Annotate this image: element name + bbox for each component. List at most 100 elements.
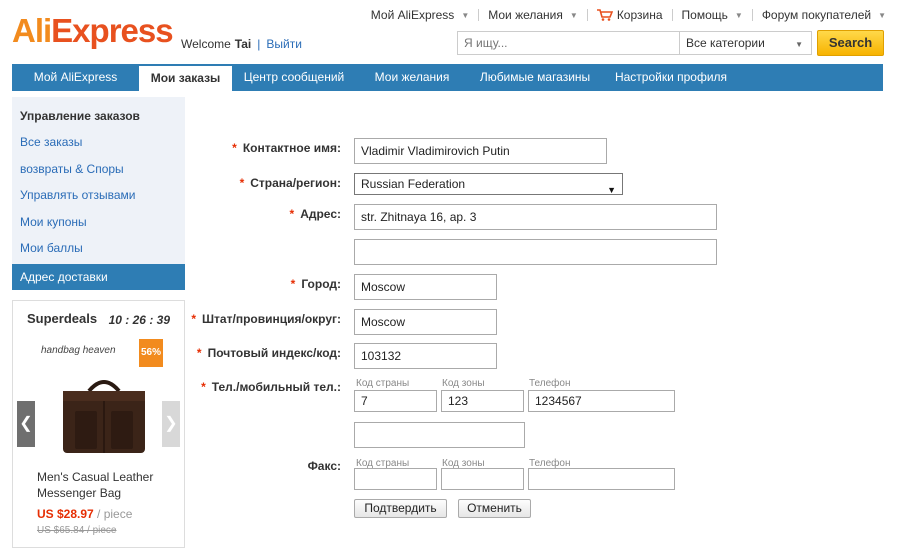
search-button[interactable]: Search <box>817 30 884 56</box>
topnav-forum-label: Форум покупателей <box>761 8 872 22</box>
sidebar-item-returns-disputes[interactable]: возвраты & Споры <box>12 156 185 183</box>
mobile-input[interactable] <box>354 422 525 448</box>
product-old-price: US $65.84 / piece <box>37 525 117 536</box>
aliexpress-logo[interactable]: AliExpress <box>12 12 174 50</box>
discount-badge: 56% <box>139 339 163 367</box>
product-price: US $28.97 / piece <box>37 507 132 521</box>
city-label-text: Город: <box>301 277 341 291</box>
state-label-text: Штат/провинция/округ: <box>202 312 341 326</box>
chevron-down-icon: ▼ <box>569 10 578 20</box>
topnav-cart-label: Корзина <box>616 8 663 22</box>
chevron-down-icon: ▼ <box>461 10 470 20</box>
tab-profile-settings[interactable]: Настройки профиля <box>602 64 740 91</box>
phone-number-label: Телефон <box>529 378 571 389</box>
tab-my-aliexpress[interactable]: Мой AliExpress <box>12 64 139 91</box>
logo-text-ali: Ali <box>12 12 52 49</box>
fax-number-input[interactable] <box>528 468 675 490</box>
city-label: * Город: <box>291 277 341 291</box>
triangle-down-icon: ▼ <box>607 185 616 195</box>
city-input[interactable]: Moscow <box>354 274 497 300</box>
contact-name-label-text: Контактное имя: <box>242 141 341 155</box>
product-image[interactable]: handbag heaven 56% <box>37 337 163 461</box>
sidebar-item-coupons[interactable]: Мои купоны <box>12 209 185 236</box>
phone-area-code-input[interactable]: 123 <box>441 390 524 412</box>
welcome-bar: Welcome Tai | Выйти <box>181 37 302 51</box>
zip-label: * Почтовый индекс/код: <box>197 346 341 360</box>
address-label: * Адрес: <box>290 207 341 221</box>
zip-label-text: Почтовый индекс/код: <box>207 346 341 360</box>
divider <box>478 9 480 21</box>
carousel-next-button[interactable]: ❯ <box>162 401 180 447</box>
tab-my-orders[interactable]: Мои заказы <box>139 64 232 91</box>
topnav-help-label: Помощь <box>681 8 728 22</box>
fax-country-code-input[interactable] <box>354 468 437 490</box>
chevron-down-icon: ▼ <box>795 40 803 49</box>
topnav-my-aliexpress-label: Мой AliExpress <box>370 8 455 22</box>
topnav-forum[interactable]: Форум покупателей ▼ <box>762 8 886 22</box>
phone-country-code-label: Код страны <box>356 378 410 389</box>
topnav-wishlist[interactable]: Мои желания ▼ <box>488 8 578 22</box>
main-navigation: Мой AliExpress Мои заказы Центр сообщени… <box>12 64 883 91</box>
zip-input[interactable]: 103132 <box>354 343 497 369</box>
required-star: * <box>290 277 296 291</box>
required-star: * <box>201 380 206 394</box>
product-price-value: US $28.97 <box>37 507 94 521</box>
tab-message-center[interactable]: Центр сообщений <box>232 64 356 91</box>
address-line2-input[interactable] <box>354 239 717 265</box>
phone-number-input[interactable]: 1234567 <box>528 390 675 412</box>
welcome-username: Tai <box>234 37 252 51</box>
sidebar-item-manage-reviews[interactable]: Управлять отзывами <box>12 182 185 209</box>
superdeals-widget: Superdeals 10 : 26 : 39 handbag heaven 5… <box>12 300 185 548</box>
sidebar-item-points[interactable]: Мои баллы <box>12 235 185 262</box>
country-select-value: Russian Federation <box>361 177 466 191</box>
category-select-value: Все категории <box>686 36 765 50</box>
messenger-bag-image <box>63 380 145 453</box>
contact-name-input[interactable]: Vladimir Vladimirovich Putin <box>354 138 607 164</box>
tab-wishlist[interactable]: Мои желания <box>356 64 468 91</box>
phone-country-code-input[interactable]: 7 <box>354 390 437 412</box>
topnav-my-aliexpress[interactable]: Мой AliExpress ▼ <box>371 8 469 22</box>
welcome-separator: | <box>257 37 261 51</box>
fax-area-code-input[interactable] <box>441 468 524 490</box>
topnav-cart[interactable]: Корзина <box>596 8 663 22</box>
required-star: * <box>232 141 237 155</box>
country-select[interactable]: Russian Federation ▼ <box>354 173 623 195</box>
search-input[interactable] <box>457 31 679 55</box>
required-star: * <box>289 207 295 221</box>
chevron-right-icon: ❯ <box>164 415 178 432</box>
phone-area-code-label: Код зоны <box>442 378 485 389</box>
top-navigation: Мой AliExpress ▼ Мои желания ▼ Корзина Пом… <box>371 8 886 22</box>
product-brand-label: handbag heaven <box>41 345 116 356</box>
logo-text-express: Express <box>51 12 173 49</box>
cart-icon <box>596 9 613 21</box>
sidebar-item-shipping-address[interactable]: Адрес доставки <box>12 263 185 290</box>
address-label-text: Адрес: <box>300 207 341 221</box>
country-label-text: Страна/регион: <box>250 176 341 190</box>
required-star: * <box>196 346 202 360</box>
phone-label-text: Тел./мобильный тел.: <box>211 380 341 394</box>
superdeals-title: Superdeals <box>27 311 98 326</box>
divider <box>751 9 753 21</box>
sidebar-heading: Управление заказов <box>20 109 140 123</box>
category-select[interactable]: Все категории ▼ <box>679 31 812 55</box>
chevron-down-icon: ▼ <box>734 10 743 20</box>
cancel-button[interactable]: Отменить <box>458 499 531 518</box>
contact-name-label: * Контактное имя: <box>232 141 341 155</box>
fax-label: Факс: <box>307 459 341 473</box>
confirm-button[interactable]: Подтвердить <box>354 499 447 518</box>
sidebar-item-all-orders[interactable]: Все заказы <box>12 129 185 156</box>
state-label: * Штат/провинция/округ: <box>191 312 341 326</box>
address-line1-input[interactable]: str. Zhitnaya 16, ap. 3 <box>354 204 717 230</box>
country-label: * Страна/регион: <box>240 176 341 190</box>
carousel-prev-button[interactable]: ❮ <box>17 401 35 447</box>
logout-link[interactable]: Выйти <box>266 37 302 51</box>
sidebar: Управление заказов Все заказы возвраты &… <box>12 97 185 290</box>
divider <box>671 9 673 21</box>
product-price-unit: / piece <box>93 507 133 521</box>
tab-favorite-stores[interactable]: Любимые магазины <box>468 64 602 91</box>
welcome-greeting: Welcome <box>181 37 231 51</box>
required-star: * <box>239 176 245 190</box>
product-name-link[interactable]: Men's Casual Leather Messenger Bag <box>37 469 167 501</box>
state-input[interactable]: Moscow <box>354 309 497 335</box>
topnav-help[interactable]: Помощь ▼ <box>682 8 743 22</box>
